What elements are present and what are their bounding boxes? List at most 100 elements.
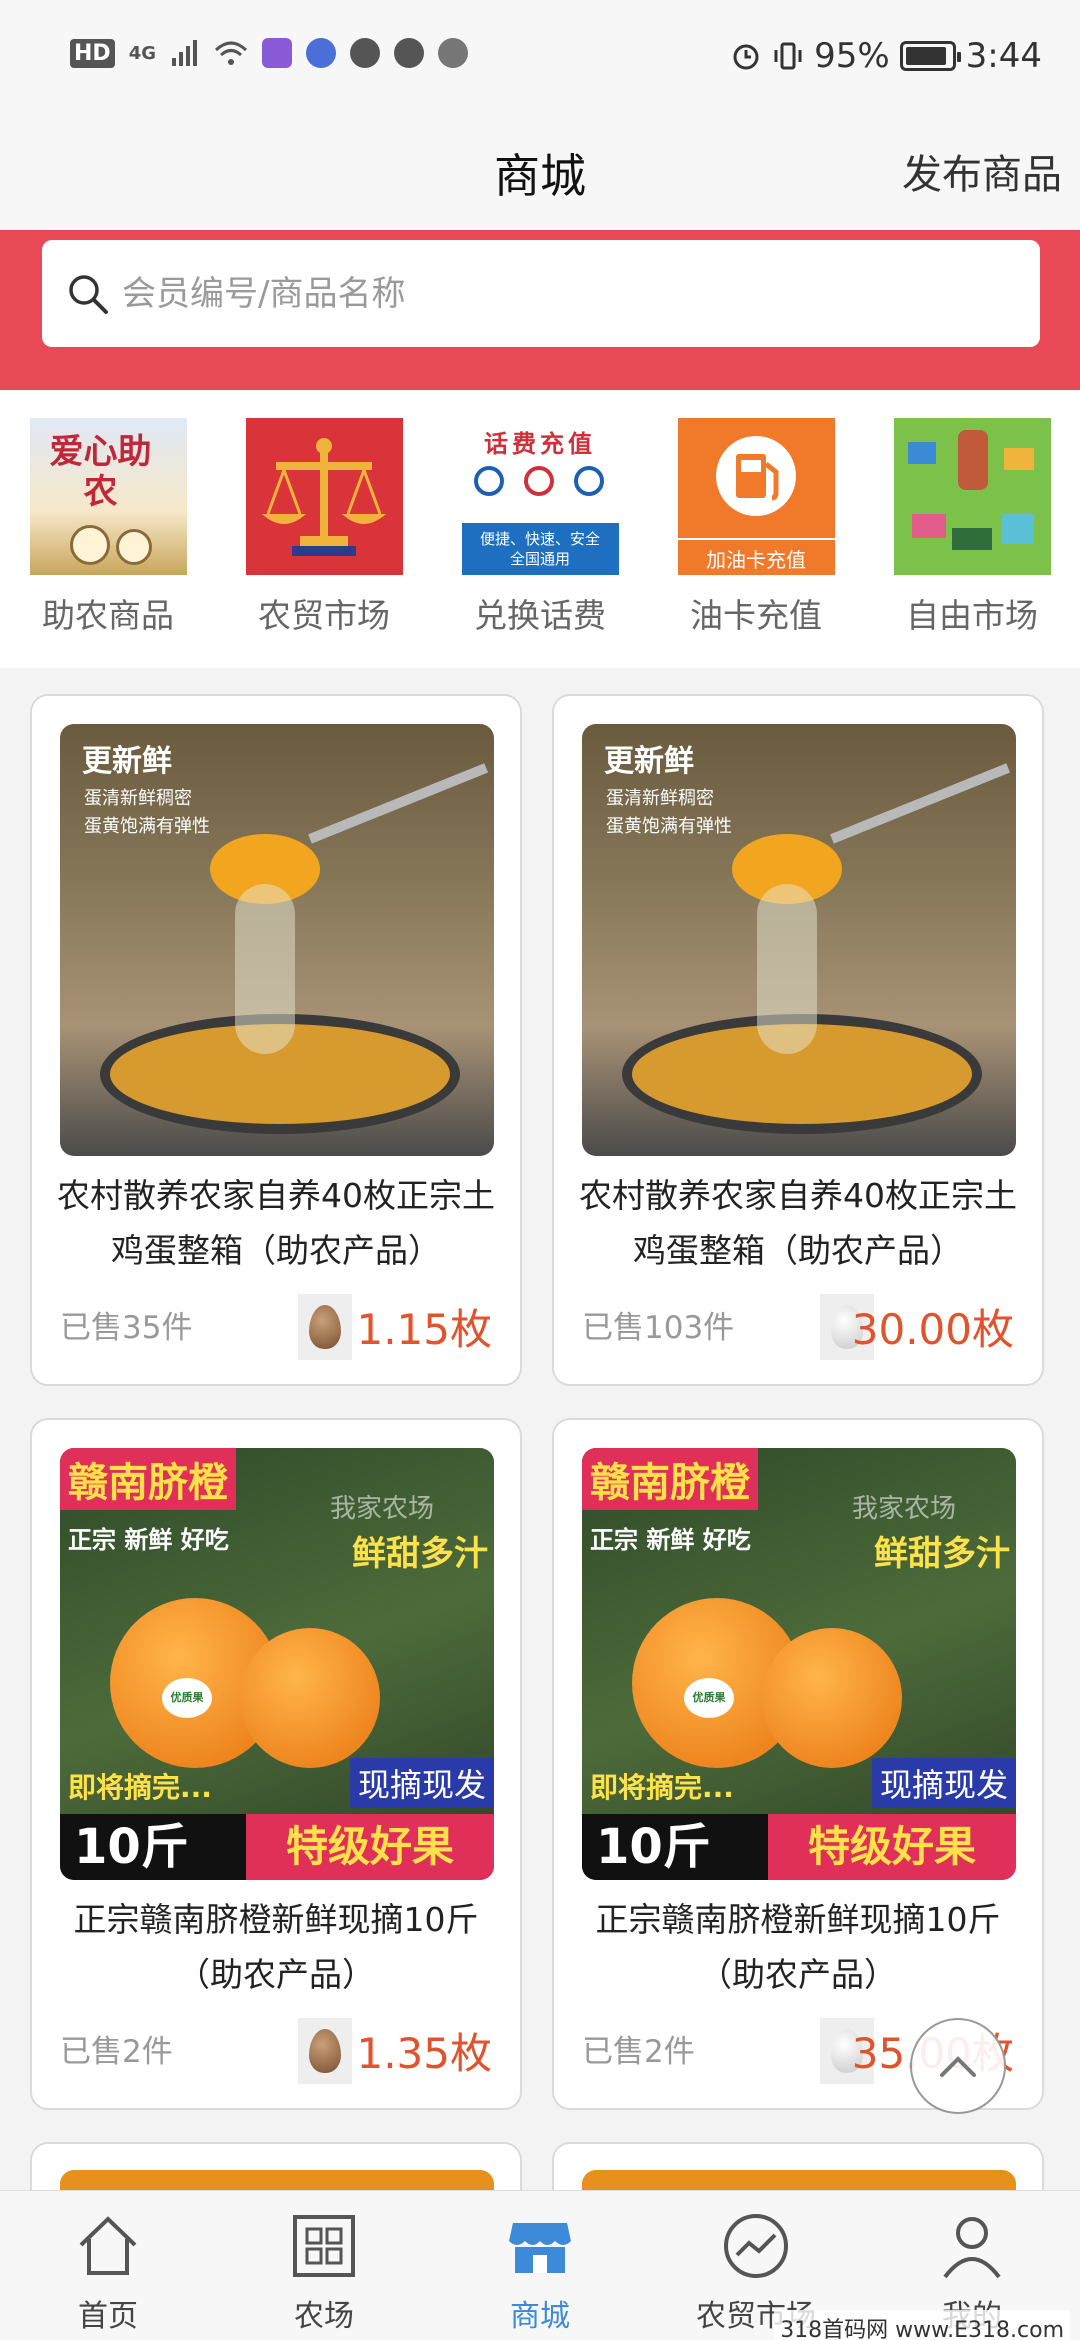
image-caption: 10斤 xyxy=(582,1814,768,1880)
hd-icon: HD xyxy=(70,38,115,68)
product-name: 农村散养农家自养40枚正宗土鸡蛋整箱（助农产品） xyxy=(57,1176,495,1270)
image-caption: 更新鲜 xyxy=(604,744,694,779)
image-caption: 我家农场 xyxy=(852,1494,957,1524)
nav-shop[interactable]: 商城 xyxy=(432,2203,648,2335)
browser-icon xyxy=(394,38,424,68)
image-caption: 正宗 新鲜 好吃 xyxy=(68,1526,229,1554)
phone-recharge-thumb-text: 话费充值 xyxy=(484,430,596,458)
category-free-market[interactable]: 自由市场 xyxy=(892,418,1052,637)
brown-egg-icon xyxy=(298,1294,352,1360)
image-caption: 10斤 xyxy=(60,1814,246,1880)
nav-home[interactable]: 首页 xyxy=(0,2203,216,2335)
search-band xyxy=(0,230,1080,390)
category-phone-recharge[interactable]: 话费充值 便捷、快速、安全 全国通用 兑换话费 xyxy=(460,418,620,637)
image-caption: 蛋清新鲜稠密 xyxy=(606,788,714,809)
product-image: 更新鲜 蛋清新鲜稠密 蛋黄饱满有弹性 xyxy=(60,724,494,1156)
image-caption: 更新鲜 xyxy=(82,744,172,779)
status-bar: HD 4G 95% 3:44 xyxy=(0,0,1080,120)
image-caption: 蛋清新鲜稠密 xyxy=(84,788,192,809)
wechat-icon xyxy=(350,38,380,68)
app-notification-icon xyxy=(262,38,292,68)
image-caption: 赣南脐橙 xyxy=(60,1448,236,1510)
nav-farm[interactable]: 农场 xyxy=(216,2203,432,2335)
phone-recharge-thumbnail: 话费充值 便捷、快速、安全 全国通用 xyxy=(461,418,619,575)
search-input[interactable] xyxy=(122,273,982,314)
assist-farmers-thumb-text: 爱心助农 xyxy=(49,432,152,512)
image-caption: 鲜甜多汁 xyxy=(874,1534,1010,1574)
category-label: 油卡充值 xyxy=(690,596,822,635)
sold-count: 已售103件 xyxy=(582,1310,735,1346)
phone-recharge-thumb-sub: 便捷、快速、安全 全国通用 xyxy=(461,523,619,575)
status-right: 95% 3:44 xyxy=(730,36,1042,76)
category-label: 兑换话费 xyxy=(474,596,606,635)
product-name: 正宗赣南脐橙新鲜现摘10斤（助农产品） xyxy=(595,1900,1001,1994)
trend-icon xyxy=(724,2214,788,2278)
category-farm-market[interactable]: 农贸市场 xyxy=(244,418,404,637)
category-row: 爱心助农 助农商品 农贸市场 话费充值 便捷、快速、安全 全国通用 兑换话费 加… xyxy=(0,390,1080,668)
grid-icon xyxy=(293,2215,355,2277)
category-label: 助农商品 xyxy=(42,596,174,635)
category-label: 农贸市场 xyxy=(258,596,390,635)
price: 1.15枚 xyxy=(356,1305,492,1354)
product-name: 正宗赣南脐橙新鲜现摘10斤（助农产品） xyxy=(73,1900,479,1994)
battery-percent: 95% xyxy=(814,36,890,76)
search-icon xyxy=(69,274,108,314)
image-caption: 特级好果 xyxy=(246,1814,494,1880)
scroll-top-button[interactable] xyxy=(910,2018,1006,2114)
image-caption: 鲜甜多汁 xyxy=(352,1534,488,1574)
shop-icon xyxy=(509,2223,571,2273)
watermark: 318首码网 www.E318.com xyxy=(774,2310,1070,2340)
category-fuel-card[interactable]: 加油卡充值 油卡充值 xyxy=(676,418,836,637)
scale-thumbnail xyxy=(245,418,403,575)
free-market-thumbnail xyxy=(893,418,1051,575)
nav-label: 商城 xyxy=(510,2299,570,2334)
status-left-icons: HD 4G xyxy=(70,38,468,68)
brown-egg-icon xyxy=(298,2018,352,2084)
product-card[interactable]: 赣南脐橙 正宗 新鲜 好吃 我家农场 鲜甜多汁 优质果 即将摘完... 现摘现发… xyxy=(30,1418,522,2110)
image-caption: 即将摘完... xyxy=(590,1771,734,1804)
clock: 3:44 xyxy=(965,36,1042,76)
battery-icon xyxy=(899,41,961,71)
music-icon xyxy=(306,38,336,68)
assist-farmers-thumbnail: 爱心助农 xyxy=(29,418,187,575)
image-caption: 赣南脐橙 xyxy=(582,1448,758,1510)
image-caption: 特级好果 xyxy=(768,1814,1016,1880)
image-caption: 现摘现发 xyxy=(871,1758,1016,1808)
image-caption: 正宗 新鲜 好吃 xyxy=(590,1526,751,1554)
price: 30.00枚 xyxy=(851,1305,1014,1354)
signal-icon xyxy=(172,40,197,66)
wifi-icon xyxy=(214,41,248,65)
nav-label: 首页 xyxy=(78,2299,138,2334)
image-caption: 优质果 xyxy=(162,1678,212,1718)
image-caption: 蛋黄饱满有弹性 xyxy=(606,816,732,837)
product-name: 农村散养农家自养40枚正宗土鸡蛋整箱（助农产品） xyxy=(579,1176,1017,1270)
product-image: 赣南脐橙 正宗 新鲜 好吃 我家农场 鲜甜多汁 优质果 即将摘完... 现摘现发… xyxy=(60,1448,494,1880)
category-label: 自由市场 xyxy=(906,596,1038,635)
fuel-card-thumb-text: 加油卡充值 xyxy=(677,538,835,573)
product-image: 更新鲜 蛋清新鲜稠密 蛋黄饱满有弹性 xyxy=(582,724,1016,1156)
user-icon xyxy=(943,2217,1001,2279)
scale-icon xyxy=(261,438,386,556)
header: 商城 发布商品 xyxy=(0,120,1080,230)
vibrate-icon xyxy=(774,42,802,70)
sold-count: 已售2件 xyxy=(60,2034,173,2070)
sold-count: 已售35件 xyxy=(60,1310,193,1346)
image-caption: 我家农场 xyxy=(330,1494,435,1524)
fuel-card-thumbnail: 加油卡充值 xyxy=(677,418,835,575)
product-card[interactable]: 更新鲜 蛋清新鲜稠密 蛋黄饱满有弹性 农村散养农家自养40枚正宗土鸡蛋整箱（助农… xyxy=(30,694,522,1386)
network-label: 4G xyxy=(128,42,156,64)
alarm-icon xyxy=(733,44,759,70)
chevron-up-icon xyxy=(940,2056,976,2077)
product-card[interactable]: 赣南脐橙 正宗 新鲜 好吃 我家农场 鲜甜多汁 优质果 即将摘完... 现摘现发… xyxy=(552,1418,1044,2110)
publish-product-button[interactable]: 发布商品 xyxy=(902,142,1062,200)
globe-icon xyxy=(438,38,468,68)
image-caption: 优质果 xyxy=(684,1678,734,1718)
price: 1.35枚 xyxy=(356,2029,492,2078)
home-icon xyxy=(79,2216,137,2275)
image-caption: 蛋黄饱满有弹性 xyxy=(84,816,210,837)
product-card[interactable]: 更新鲜 蛋清新鲜稠密 蛋黄饱满有弹性 农村散养农家自养40枚正宗土鸡蛋整箱（助农… xyxy=(552,694,1044,1386)
category-assist-farmers[interactable]: 爱心助农 助农商品 xyxy=(28,418,188,637)
nav-label: 农场 xyxy=(294,2299,354,2334)
search-box[interactable] xyxy=(42,240,1040,347)
image-caption: 现摘现发 xyxy=(349,1758,494,1808)
